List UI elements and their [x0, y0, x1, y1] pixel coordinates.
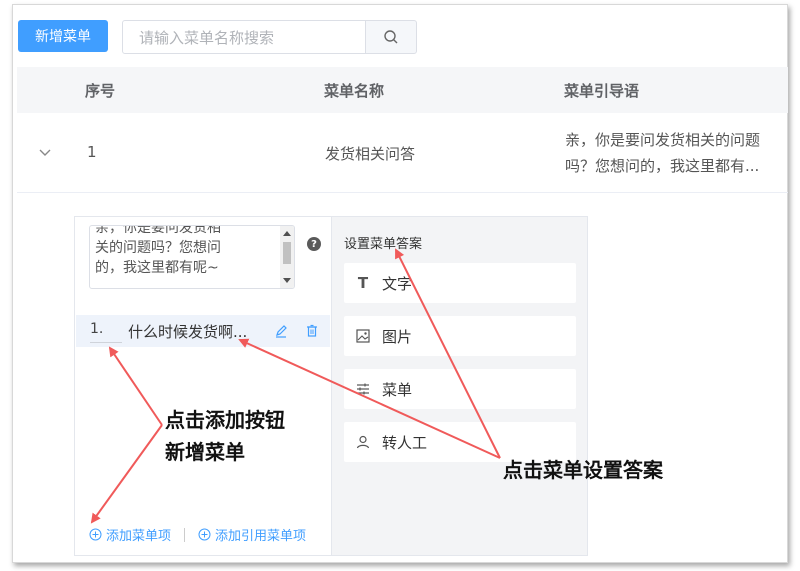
chevron-down-icon[interactable] [39, 147, 51, 157]
menu-item[interactable]: 1. 什么时候发货啊... [76, 315, 330, 347]
table-header: 序号 菜单名称 菜单引导语 [17, 67, 788, 113]
image-icon [344, 329, 382, 343]
person-icon [344, 435, 382, 449]
row-menu-name: 发货相关问答 [325, 145, 416, 163]
menu-item-label[interactable]: 什么时候发货啊... [128, 321, 247, 342]
answer-type-label: 图片 [382, 327, 413, 346]
search-button[interactable] [365, 20, 417, 54]
answer-type-image[interactable]: 图片 [344, 316, 576, 356]
answer-type-label: 菜单 [382, 380, 413, 399]
footer-links: 添加菜单项 添加引用菜单项 [89, 525, 306, 544]
plus-circle-icon [198, 528, 211, 541]
add-menu-item-label[interactable]: 添加菜单项 [106, 525, 171, 544]
header-guide: 菜单引导语 [564, 82, 640, 100]
textarea-line: 亲，你是要问发货相 [95, 225, 221, 236]
answer-type-text[interactable]: T 文字 [344, 263, 576, 303]
row-guide-line2: 吗？您想问的，我这里都有... [565, 157, 760, 175]
scroll-thumb[interactable] [283, 242, 291, 264]
add-menu-button[interactable]: 新增菜单 [18, 20, 108, 52]
answer-type-label: 文字 [382, 274, 413, 293]
answer-type-label: 转人工 [382, 433, 428, 452]
scroll-up-icon[interactable] [280, 228, 294, 240]
annotation-line: 新增菜单 [165, 440, 245, 464]
menu-item-number[interactable]: 1. [90, 321, 122, 343]
edit-icon[interactable] [274, 324, 288, 338]
menu-items-column: 亲，你是要问发货相 关的问题吗？您想问 的，我这里都有呢~ ? 1. 什么时候发… [75, 217, 332, 555]
header-menu-name: 菜单名称 [324, 82, 385, 100]
add-ref-menu-item-label[interactable]: 添加引用菜单项 [215, 525, 306, 544]
plus-circle-icon [89, 528, 102, 541]
annotation-line: 点击添加按钮 [165, 408, 285, 432]
table-row[interactable]: 1 发货相关问答 亲，你是要问发货相关的问题 吗？您想问的，我这里都有... [17, 113, 788, 193]
answer-type-menu[interactable]: 菜单 [344, 369, 576, 409]
search-input[interactable]: 请输入菜单名称搜索 [122, 20, 366, 54]
answer-settings-title: 设置菜单答案 [344, 237, 423, 252]
annotation-right: 点击菜单设置答案 [503, 458, 663, 482]
menu-icon [344, 382, 382, 396]
row-index: 1 [87, 143, 97, 161]
search-icon [384, 30, 398, 44]
header-index: 序号 [85, 82, 116, 100]
textarea-line: 关的问题吗？您想问 [95, 240, 221, 256]
textarea-scrollbar[interactable] [280, 226, 294, 288]
add-menu-item-link[interactable]: 添加菜单项 [89, 525, 171, 544]
add-ref-menu-item-link[interactable]: 添加引用菜单项 [198, 525, 306, 544]
help-icon[interactable]: ? [307, 237, 321, 251]
guide-textarea[interactable]: 亲，你是要问发货相 关的问题吗？您想问 的，我这里都有呢~ [89, 225, 295, 289]
divider [184, 527, 186, 542]
answer-settings-column: 设置菜单答案 T 文字 图片 菜单 转人工 [332, 217, 587, 555]
row-guide-line1: 亲，你是要问发货相关的问题 [565, 131, 761, 149]
menu-editor-panel: 亲，你是要问发货相 关的问题吗？您想问 的，我这里都有呢~ ? 1. 什么时候发… [74, 216, 588, 556]
delete-icon[interactable] [305, 324, 319, 338]
text-icon: T [357, 274, 369, 292]
scroll-down-icon[interactable] [280, 274, 294, 286]
textarea-line: 的，我这里都有呢~ [95, 260, 219, 276]
annotation-left: 点击添加按钮 新增菜单 [165, 404, 285, 468]
